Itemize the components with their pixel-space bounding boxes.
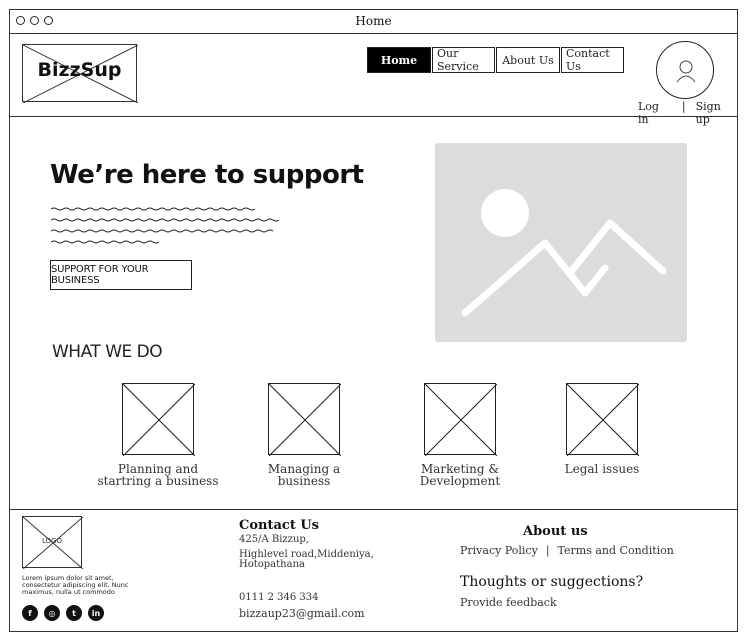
contact-email[interactable]: bizzaup23@gmail.com (239, 608, 365, 619)
nav-about-us[interactable]: About Us (496, 47, 560, 73)
service-card-legal[interactable]: Legal issues (540, 383, 664, 475)
user-avatar[interactable] (656, 41, 714, 99)
footer-link-separator: | (545, 544, 550, 557)
site-header: BizzSup Home Our Service About Us Contac… (10, 34, 737, 126)
auth-links: Log in | Sign up (638, 100, 737, 126)
nav-home[interactable]: Home (367, 47, 431, 73)
main-nav: Home Our Service About Us Contact Us (367, 47, 624, 73)
social-links: f ◎ t in (22, 605, 104, 621)
hero-description-scribble (51, 207, 280, 244)
service-label: Planning and startring a business (96, 463, 220, 487)
footer-logo-text: LOGO (41, 537, 63, 545)
service-image-placeholder (566, 383, 640, 457)
window-title: Home (355, 14, 392, 28)
contact-title: Contact Us (239, 518, 319, 533)
service-image-placeholder (122, 383, 196, 457)
user-icon (676, 60, 696, 83)
service-label-line: Legal issues (564, 462, 640, 476)
footer-description: Lorem ipsum dolor sit amet, consectetur … (22, 574, 129, 596)
image-placeholder-icon (268, 383, 342, 457)
nav-our-service[interactable]: Our Service (432, 47, 495, 73)
privacy-policy-link[interactable]: Privacy Policy (460, 544, 538, 557)
hero-image-placeholder (435, 143, 687, 342)
service-label-line: Managing a business (267, 462, 341, 488)
contact-address-line1: 425/A Bizzup, (239, 534, 309, 545)
browser-window: Home BizzSup Home Our Service About Us C… (9, 9, 738, 632)
brand-name: BizzSup (37, 59, 122, 81)
footer-links: Privacy Policy | Terms and Condition (460, 544, 674, 557)
about-title: About us (523, 524, 588, 539)
image-placeholder-icon (122, 383, 196, 457)
contact-phone: 0111 2 346 334 (239, 592, 319, 603)
service-image-placeholder (268, 383, 342, 457)
instagram-icon[interactable]: ◎ (44, 605, 60, 621)
contact-address-line3: Hotopathana (239, 559, 305, 570)
service-label-line: Development (419, 474, 501, 488)
support-cta-button[interactable]: SUPPORT FOR YOUR BUSINESS (50, 260, 192, 290)
service-label-line: startring a business (97, 474, 219, 488)
hero-title: We’re here to support (50, 160, 364, 190)
service-card-planning[interactable]: Planning and startring a business (96, 383, 220, 487)
terms-link[interactable]: Terms and Condition (558, 544, 674, 557)
services-title: WHAT WE DO (52, 342, 163, 362)
service-label: Marketing & Development (398, 463, 522, 487)
auth-separator: | (681, 100, 686, 113)
suggestions-title: Thoughts or suggections? (460, 574, 644, 590)
service-label: Legal issues (540, 463, 664, 475)
footer-logo[interactable]: LOGO (22, 516, 83, 569)
nav-contact-us[interactable]: Contact Us (561, 47, 624, 73)
window-titlebar: Home (10, 10, 737, 34)
facebook-icon[interactable]: f (22, 605, 38, 621)
service-label: Managing a business (242, 463, 366, 487)
image-placeholder-icon (424, 383, 498, 457)
linkedin-icon[interactable]: in (88, 605, 104, 621)
service-image-placeholder (424, 383, 498, 457)
brand-logo[interactable]: BizzSup (22, 44, 138, 103)
provide-feedback-link[interactable]: Provide feedback (460, 596, 557, 609)
service-card-managing[interactable]: Managing a business (242, 383, 366, 487)
image-placeholder-icon (461, 189, 667, 317)
signup-link[interactable]: Sign up (696, 100, 737, 126)
service-card-marketing[interactable]: Marketing & Development (398, 383, 522, 487)
login-link[interactable]: Log in (638, 100, 672, 126)
twitter-icon[interactable]: t (66, 605, 82, 621)
site-footer: LOGO Lorem ipsum dolor sit amet, consect… (10, 509, 737, 633)
image-placeholder-icon (566, 383, 640, 457)
